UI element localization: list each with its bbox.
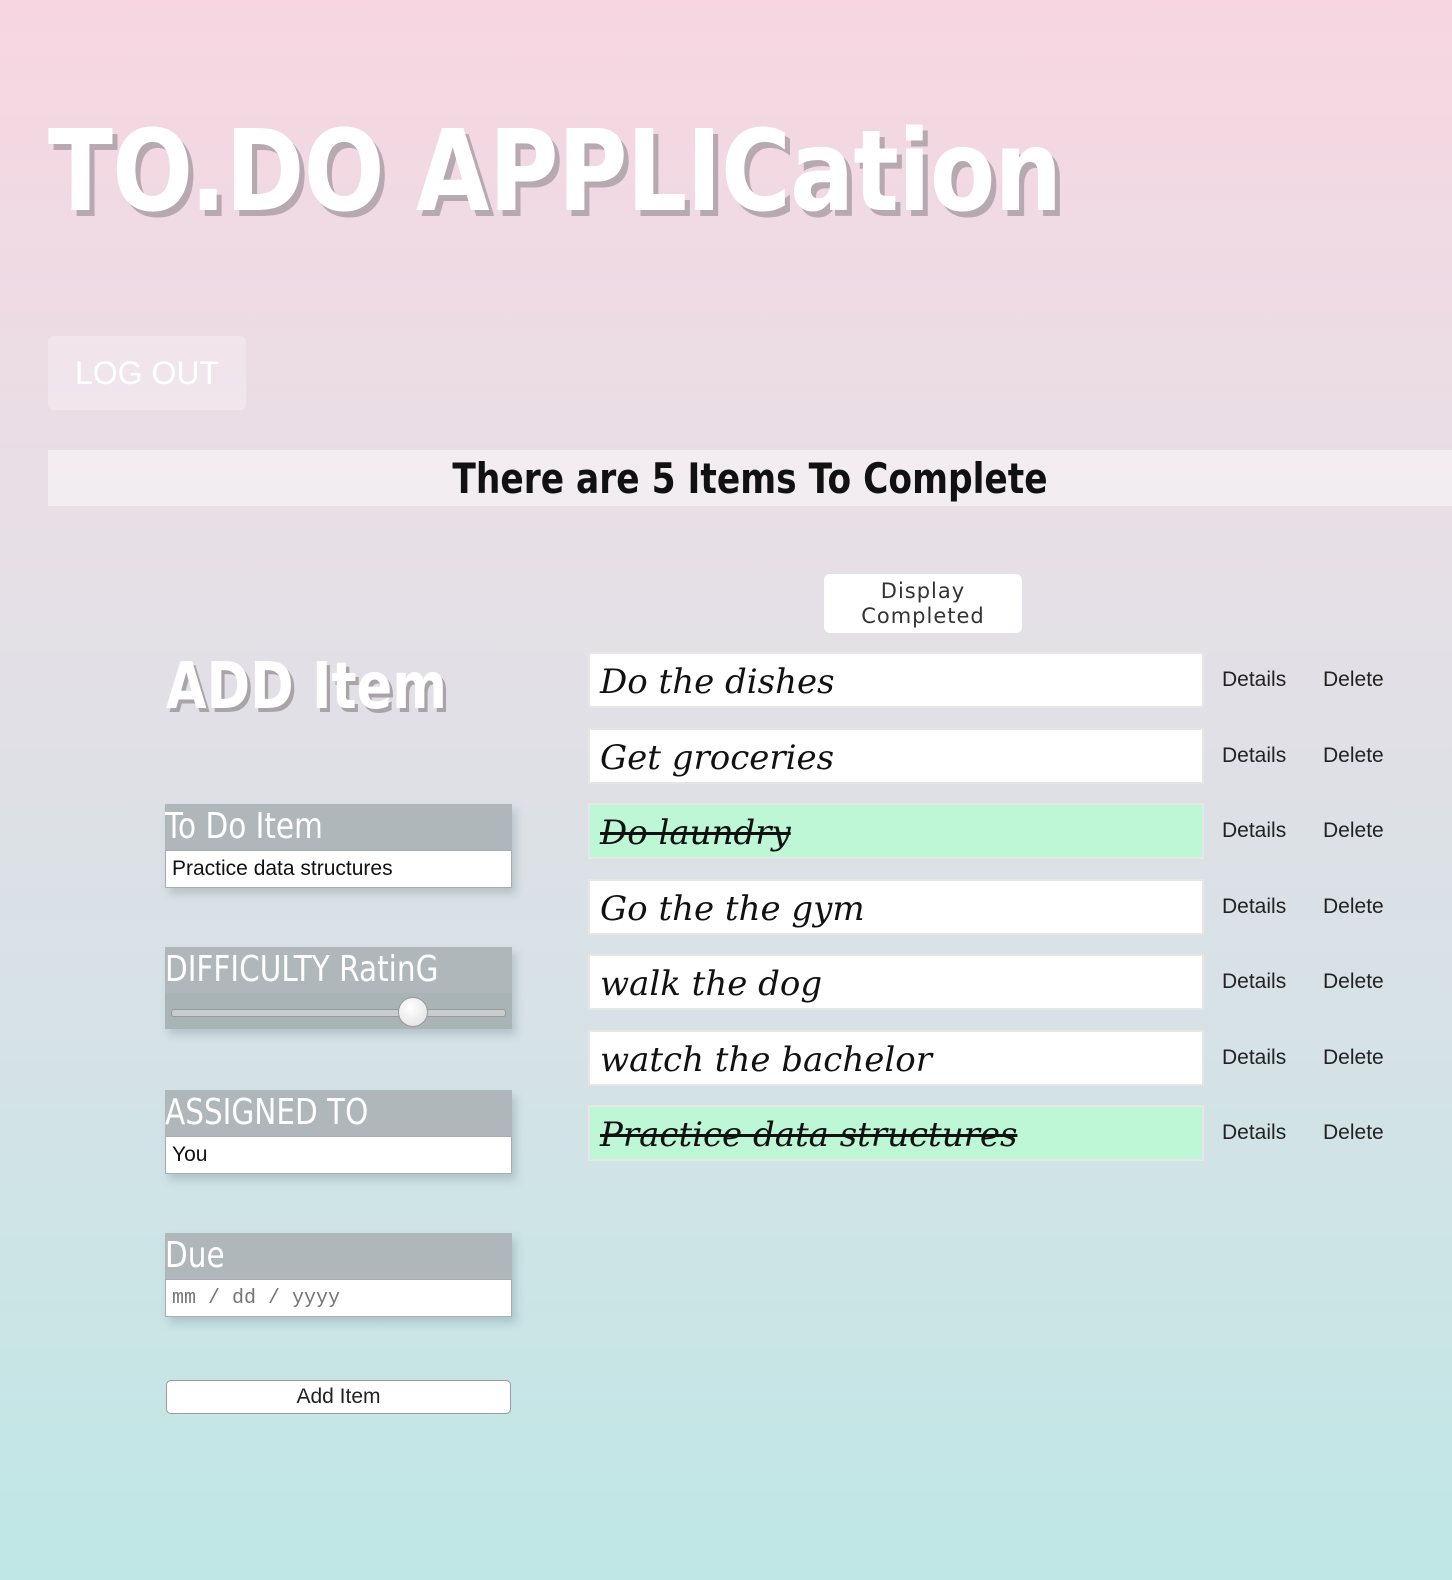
app-title: TO.DO APPLICation [48,107,1062,237]
difficulty-slider[interactable] [165,993,512,1029]
delete-link[interactable]: Delete [1323,879,1384,935]
todo-item-input[interactable] [165,850,512,888]
todo-row: Go the the gym Details Delete [588,878,1428,935]
logout-button[interactable]: LOG OUT [48,336,246,410]
due-date-input[interactable] [165,1279,512,1317]
todo-item-text[interactable]: Go the the gym [588,878,1204,935]
delete-link[interactable]: Delete [1323,954,1384,1010]
todo-item-text[interactable]: Do laundry [588,803,1204,859]
due-label: Due [165,1233,512,1279]
todo-item-field: To Do Item [165,804,512,888]
add-item-button[interactable]: Add Item [166,1380,511,1414]
todo-list: Do the dishes Details Delete Get groceri… [588,652,1428,1181]
todo-row: Do laundry Details Delete [588,803,1428,859]
items-count-banner: There are 5 Items To Complete [48,450,1452,506]
difficulty-slider-thumb[interactable] [398,997,429,1027]
details-link[interactable]: Details [1222,652,1286,708]
details-link[interactable]: Details [1222,803,1286,859]
details-link[interactable]: Details [1222,1030,1286,1086]
todo-item-text[interactable]: watch the bachelor [588,1029,1204,1086]
assigned-to-label: ASSIGNED TO [165,1090,512,1136]
delete-link[interactable]: Delete [1323,1030,1384,1086]
todo-item-text[interactable]: walk the dog [588,954,1204,1010]
details-link[interactable]: Details [1222,1105,1286,1161]
todo-row: watch the bachelor Details Delete [588,1029,1428,1086]
details-link[interactable]: Details [1222,954,1286,1010]
todo-row: Do the dishes Details Delete [588,652,1428,708]
display-completed-button[interactable]: Display Completed [824,574,1022,633]
difficulty-field: DIFFICULTY RatinG [165,947,512,1029]
todo-item-label: To Do Item [165,804,512,850]
todo-row: walk the dog Details Delete [588,954,1428,1010]
due-field: Due [165,1233,512,1317]
todo-item-text[interactable]: Do the dishes [588,652,1204,708]
difficulty-slider-track[interactable] [171,1009,506,1017]
difficulty-label: DIFFICULTY RatinG [165,947,512,993]
assigned-to-input[interactable] [165,1136,512,1174]
items-count-text: There are 5 Items To Complete [452,453,1048,503]
delete-link[interactable]: Delete [1323,652,1384,708]
delete-link[interactable]: Delete [1323,803,1384,859]
delete-link[interactable]: Delete [1323,1105,1384,1161]
details-link[interactable]: Details [1222,728,1286,784]
todo-row: Practice data structures Details Delete [588,1105,1428,1161]
add-item-heading: ADD Item [166,650,447,724]
todo-item-text[interactable]: Get groceries [588,727,1204,784]
details-link[interactable]: Details [1222,879,1286,935]
assigned-to-field: ASSIGNED TO [165,1090,512,1174]
todo-item-text[interactable]: Practice data structures [588,1105,1204,1161]
todo-row: Get groceries Details Delete [588,727,1428,784]
delete-link[interactable]: Delete [1323,728,1384,784]
